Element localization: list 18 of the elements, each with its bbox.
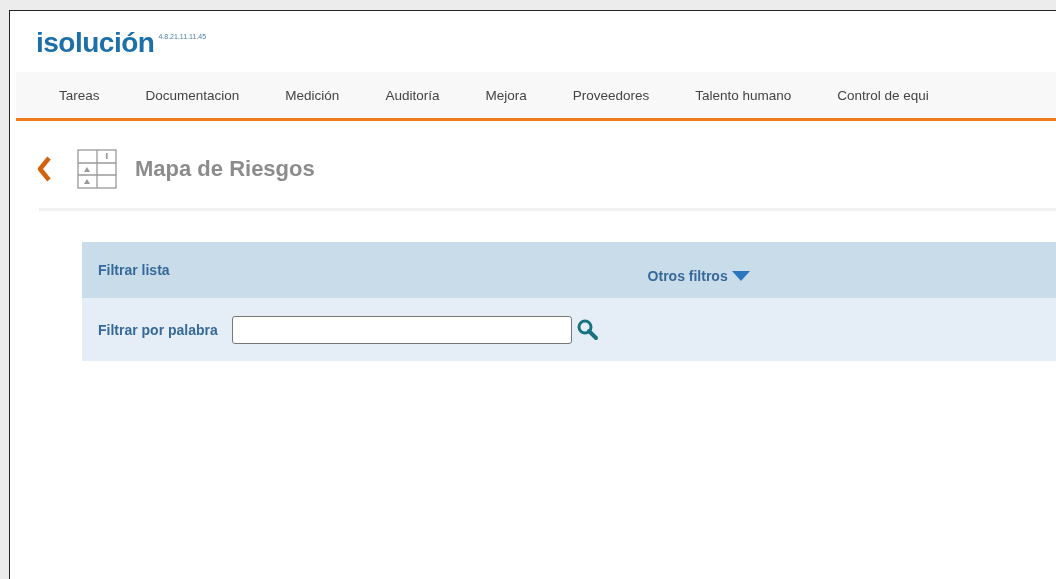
menu-item[interactable]: Talento humano (695, 87, 792, 103)
grid-icon (77, 149, 117, 189)
back-icon[interactable] (37, 156, 51, 182)
filter-label: Filtrar por palabra (98, 321, 218, 338)
other-filters-button[interactable]: Otros filtros (647, 268, 750, 284)
caret-icon (731, 271, 750, 281)
menu-item[interactable]: Documentacion (145, 87, 240, 103)
menu-item[interactable]: Mejora (485, 87, 527, 103)
search-icon[interactable] (575, 317, 600, 342)
menu-item[interactable]: Control de equi (837, 87, 929, 103)
filter-title: Filtrar lista (98, 262, 170, 278)
menu-item[interactable]: Auditoría (385, 87, 440, 103)
logo: isolución (36, 29, 155, 57)
search-field[interactable] (231, 315, 572, 344)
page-title: Mapa de Riesgos (135, 156, 315, 182)
menu-item[interactable]: Medición (285, 87, 340, 103)
menu-item[interactable]: Proveedores (572, 87, 650, 103)
menu-item[interactable]: Tareas (59, 87, 100, 103)
